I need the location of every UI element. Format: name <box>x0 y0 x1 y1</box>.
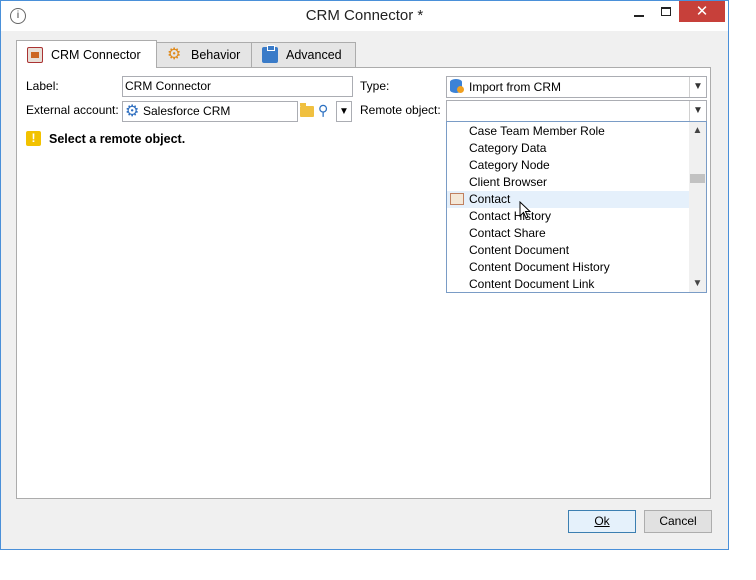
maximize-button[interactable] <box>653 1 679 23</box>
external-account-input[interactable]: ⚙ Salesforce CRM <box>122 101 298 122</box>
window-title: CRM Connector * <box>305 7 424 24</box>
warning-icon: ! <box>26 131 41 146</box>
list-item[interactable]: Case Team Member Role <box>447 123 690 140</box>
tab-advanced[interactable]: Advanced <box>251 42 356 67</box>
contact-card-icon <box>450 193 464 205</box>
database-import-icon <box>450 79 464 94</box>
list-item[interactable]: Contact Share <box>447 225 690 242</box>
warning-message: Select a remote object. <box>49 132 186 146</box>
search-icon[interactable]: ⚲ <box>318 102 334 118</box>
tab-behavior[interactable]: ⚙ Behavior <box>156 42 252 67</box>
list-item[interactable]: Content Document <box>447 242 690 259</box>
chevron-down-icon[interactable]: ▼ <box>689 275 706 292</box>
clipboard-icon <box>262 45 278 63</box>
remote-object-select[interactable]: ▼ <box>446 100 707 122</box>
folder-icon[interactable] <box>300 103 314 117</box>
list-item[interactable]: Contact History <box>447 208 690 225</box>
tab-crm-connector[interactable]: CRM Connector <box>16 40 157 68</box>
label-input[interactable]: CRM Connector <box>122 76 353 97</box>
tab-label: Behavior <box>191 48 241 62</box>
label-field-label: Label: <box>26 79 59 93</box>
list-item-contact[interactable]: Contact <box>447 191 690 208</box>
tab-label: CRM Connector <box>51 47 141 62</box>
minimize-button[interactable] <box>627 1 653 23</box>
list-item[interactable]: Category Data <box>447 140 690 157</box>
list-item[interactable]: Content Document History <box>447 259 690 276</box>
type-value: Import from CRM <box>469 80 562 94</box>
type-field-label: Type: <box>360 79 390 93</box>
maximize-icon <box>661 7 671 16</box>
list-item[interactable]: Category Node <box>447 157 690 174</box>
list-item[interactable]: Client Browser <box>447 174 690 191</box>
dropdown-scrollbar[interactable]: ▲ ▼ <box>689 122 706 292</box>
scrollbar-thumb[interactable] <box>690 174 705 183</box>
chevron-up-icon[interactable]: ▲ <box>689 122 706 139</box>
external-account-value: Salesforce CRM <box>143 104 231 118</box>
gear-icon: ⚙ <box>167 46 182 63</box>
type-select[interactable]: Import from CRM ▼ <box>446 76 707 98</box>
ok-button[interactable]: Ok <box>568 510 636 533</box>
tab-label: Advanced <box>286 48 342 62</box>
crm-icon <box>27 46 43 63</box>
external-account-label: External account: <box>26 103 119 117</box>
ok-label: Ok <box>594 514 610 528</box>
mouse-cursor-icon <box>519 201 532 219</box>
minimize-icon <box>634 15 644 17</box>
title-bar: i CRM Connector * ✕ <box>1 1 728 31</box>
remote-object-dropdown-list[interactable]: Case Team Member Role Category Data Cate… <box>446 121 707 293</box>
chevron-down-icon[interactable]: ▼ <box>689 101 706 121</box>
salesforce-gear-icon: ⚙ <box>125 103 140 120</box>
chevron-down-icon[interactable]: ▼ <box>689 77 706 97</box>
close-button[interactable]: ✕ <box>679 1 725 22</box>
list-item[interactable]: Content Document Link <box>447 276 690 292</box>
remote-object-label: Remote object: <box>360 103 441 117</box>
external-account-dropdown-button[interactable]: ▼ <box>336 101 352 122</box>
cancel-button[interactable]: Cancel <box>644 510 712 533</box>
list-item-label: Contact <box>469 192 511 206</box>
